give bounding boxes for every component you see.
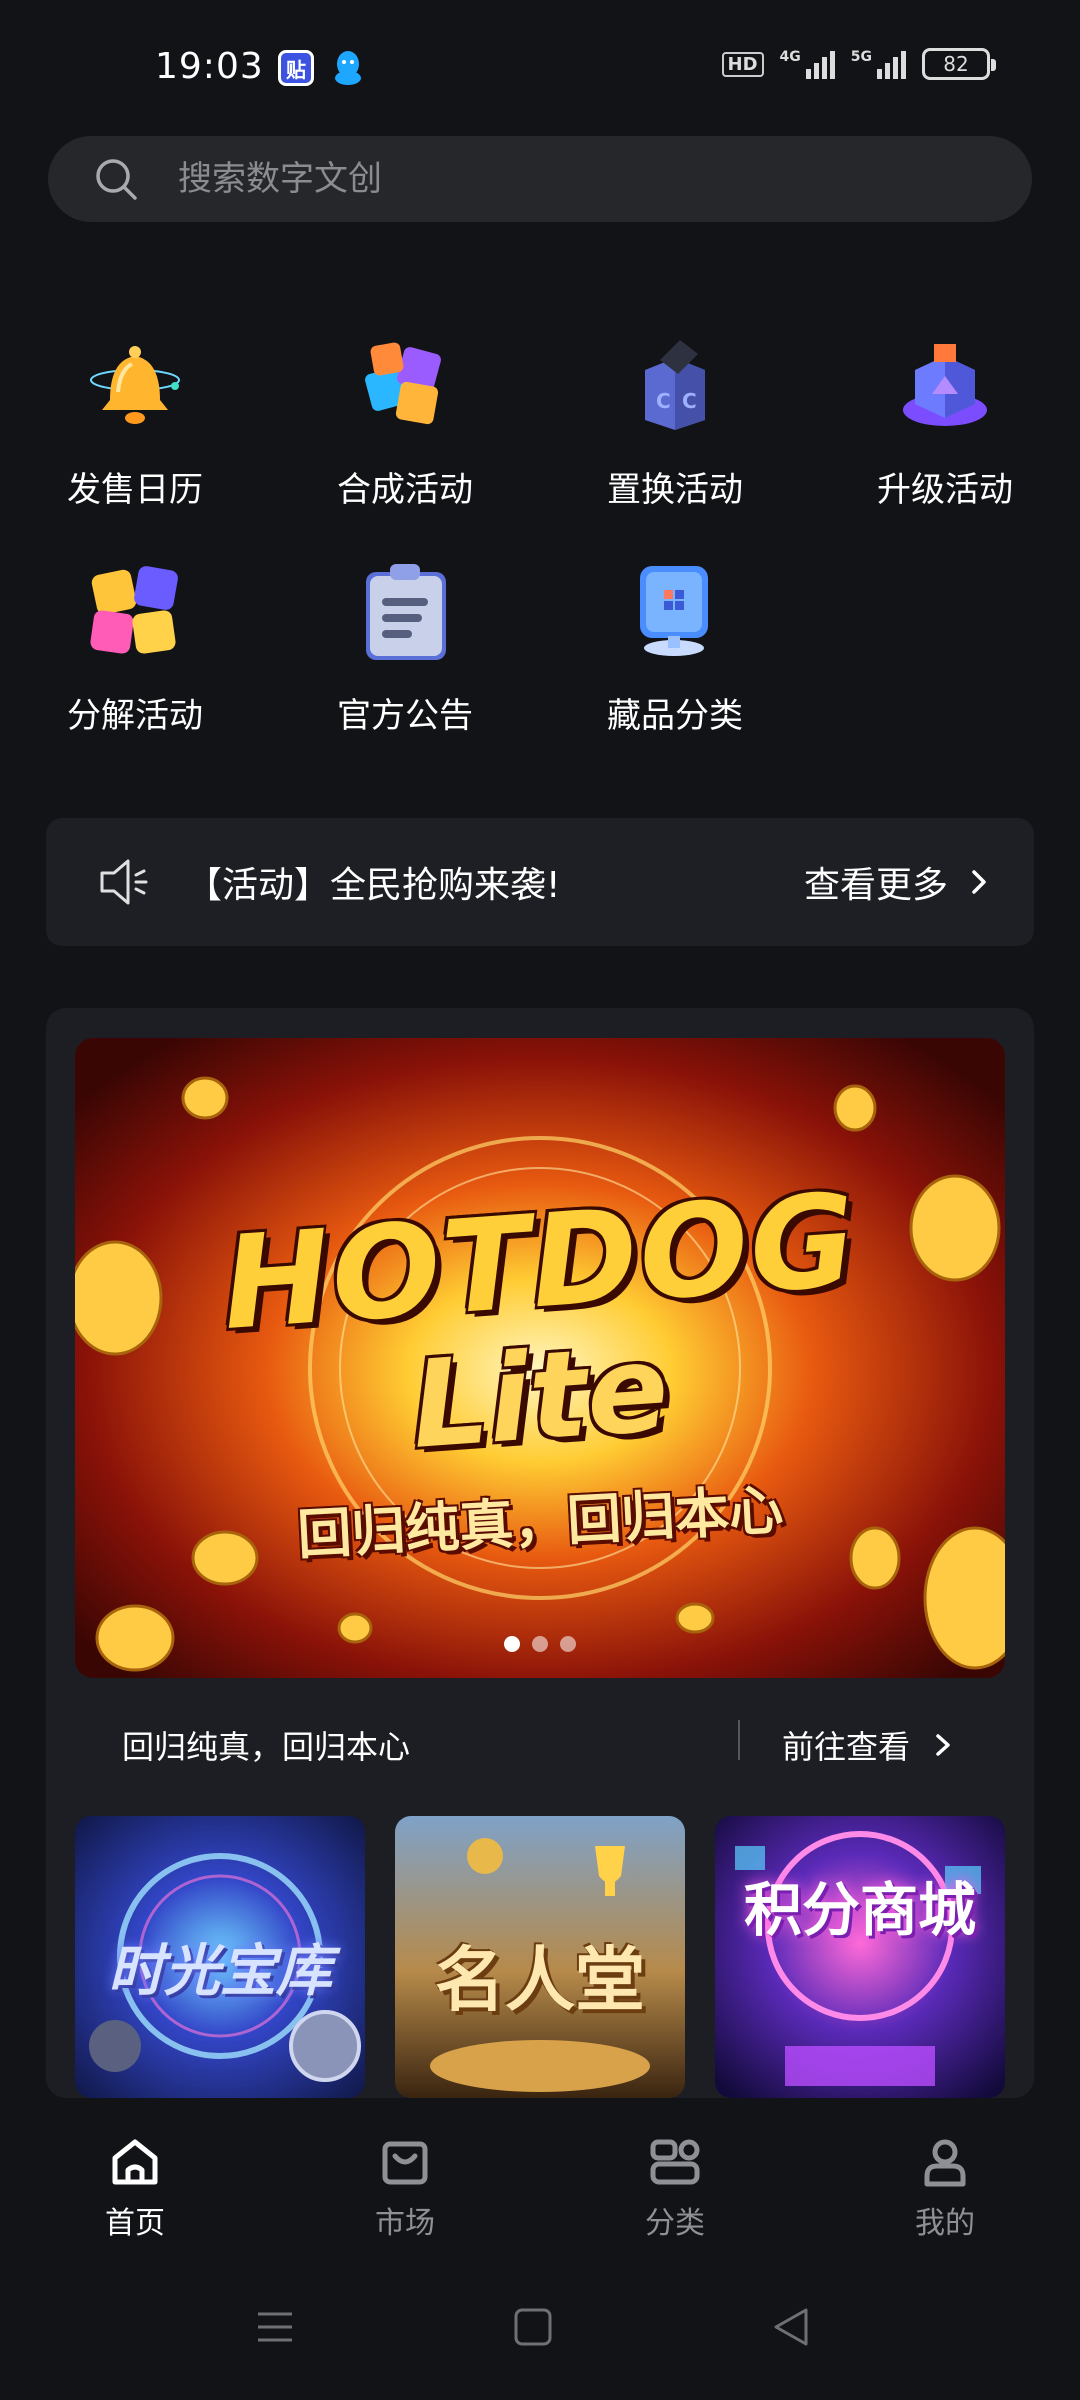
system-navigation-bar xyxy=(0,2256,1080,2400)
category-icon xyxy=(650,2139,700,2185)
signal-4g-icon: 4G xyxy=(780,49,835,79)
chevron-right-icon xyxy=(936,1734,950,1756)
tile-background xyxy=(715,1816,1005,2098)
menu-icon[interactable] xyxy=(250,2302,300,2352)
carousel-dot[interactable] xyxy=(560,1636,576,1652)
featured-card: HOTDOG Lite 回归纯真，回归本心 回归纯真，回归本心 前往查看 时光宝… xyxy=(46,1008,1034,2098)
promo-banner[interactable]: HOTDOG Lite 回归纯真，回归本心 xyxy=(75,1038,1005,1678)
back-icon[interactable] xyxy=(766,2302,816,2352)
speaker-icon xyxy=(100,859,148,905)
quick-action-label: 官方公告 xyxy=(337,696,473,736)
nav-label: 首页 xyxy=(105,2206,165,2241)
tile-hall-of-fame[interactable]: 名人堂 xyxy=(395,1816,685,2098)
search-input[interactable] xyxy=(178,159,878,199)
tieba-notification-icon: 贴 xyxy=(278,50,314,86)
nav-market[interactable]: 市场 xyxy=(305,2132,505,2242)
puzzle-icon xyxy=(365,342,441,425)
category-display-icon xyxy=(640,566,708,656)
bag-icon xyxy=(382,2141,428,2185)
upgrade-cube-icon xyxy=(903,344,987,426)
chevron-right-icon xyxy=(972,870,986,894)
quick-action-label: 分解活动 xyxy=(67,696,203,736)
quick-action-upgrade[interactable]: 升级活动 xyxy=(810,330,1080,530)
announcement-text: 【活动】全民抢购来袭! xyxy=(186,865,561,906)
svg-text:C: C xyxy=(682,389,697,413)
qq-notification-icon xyxy=(330,50,366,86)
quick-action-label: 置换活动 xyxy=(607,470,743,510)
hd-voice-icon: HD xyxy=(721,51,764,77)
feature-tiles: 时光宝库 名人堂 积分商城 xyxy=(75,1816,1005,2098)
nav-label: 分类 xyxy=(645,2206,705,2241)
battery-level: 82 xyxy=(943,52,969,76)
search-bar[interactable] xyxy=(48,136,1032,222)
quick-action-exchange[interactable]: C C 置换活动 xyxy=(540,330,810,530)
carousel-dot[interactable] xyxy=(532,1636,548,1652)
quick-action-label: 发售日历 xyxy=(67,470,203,510)
nav-label: 市场 xyxy=(375,2206,435,2241)
quick-action-collection-category[interactable]: 藏品分类 xyxy=(540,556,810,756)
tile-label: 名人堂 xyxy=(435,1939,645,2021)
bell-icon xyxy=(90,346,180,424)
go-view-link[interactable]: 前往查看 xyxy=(782,1722,956,1768)
divider xyxy=(738,1720,740,1760)
exchange-box-icon: C C xyxy=(645,340,705,430)
status-time: 19:03 xyxy=(155,46,264,87)
quick-action-release-calendar[interactable]: 发售日历 xyxy=(0,330,270,530)
nav-home[interactable]: 首页 xyxy=(35,2132,235,2242)
quick-action-announcement[interactable]: 官方公告 xyxy=(270,556,540,756)
clipboard-icon xyxy=(366,564,446,660)
carousel-dot[interactable] xyxy=(504,1636,520,1652)
carousel-indicator xyxy=(75,1636,1005,1652)
tile-points-mall[interactable]: 积分商城 xyxy=(715,1816,1005,2098)
view-more-link[interactable]: 查看更多 xyxy=(804,856,948,908)
search-icon xyxy=(96,159,137,200)
status-indicators: HD 4G 5G 82 xyxy=(721,48,996,80)
quick-action-synthesis[interactable]: 合成活动 xyxy=(270,330,540,530)
profile-icon xyxy=(924,2139,966,2187)
nav-label: 我的 xyxy=(915,2206,975,2241)
home-button-icon[interactable] xyxy=(508,2302,558,2352)
quick-action-label: 升级活动 xyxy=(877,470,1013,510)
home-icon xyxy=(112,2139,158,2185)
svg-text:C: C xyxy=(656,389,671,413)
banner-caption: 回归纯真，回归本心 xyxy=(122,1728,411,1766)
nav-profile[interactable]: 我的 xyxy=(845,2132,1045,2242)
tile-label: 时光宝库 xyxy=(108,1939,332,2004)
status-bar: 19:03 贴 HD 4G 5G 82 xyxy=(0,0,1080,136)
announcement-bar[interactable]: 【活动】全民抢购来袭! 查看更多 xyxy=(46,818,1034,946)
tile-label: 积分商城 xyxy=(743,1876,976,1944)
signal-5g-icon: 5G xyxy=(851,49,906,79)
go-view-label: 前往查看 xyxy=(782,1728,911,1766)
nav-category[interactable]: 分类 xyxy=(575,2132,775,2242)
battery-icon: 82 xyxy=(922,48,996,80)
quick-action-label: 合成活动 xyxy=(337,470,473,510)
quick-action-label: 藏品分类 xyxy=(607,696,743,736)
bottom-navigation: 首页 市场 分类 我的 xyxy=(0,2100,1080,2256)
tile-time-treasury[interactable]: 时光宝库 xyxy=(75,1816,365,2098)
quick-action-decompose[interactable]: 分解活动 xyxy=(0,556,270,756)
decompose-puzzle-icon xyxy=(90,566,178,654)
